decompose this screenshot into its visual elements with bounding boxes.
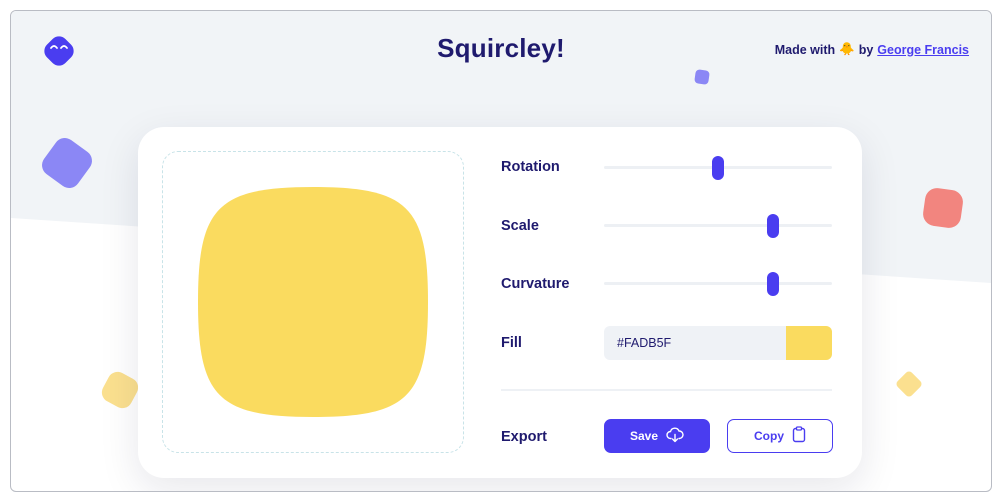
clipboard-icon: [792, 426, 806, 446]
chick-icon: 🐥: [839, 42, 855, 56]
rotation-label: Rotation: [501, 159, 560, 175]
divider: [501, 389, 832, 391]
scale-track: [604, 224, 832, 227]
fill-color-input[interactable]: [604, 326, 792, 360]
author-link[interactable]: George Francis: [877, 43, 969, 57]
decorative-red-squircle: [923, 188, 963, 228]
app-window: Squircley! Made with 🐥 by George Francis…: [10, 10, 992, 492]
decorative-small-yellow-squircle: [896, 371, 922, 397]
curvature-thumb[interactable]: [766, 272, 779, 296]
fill-color-swatch[interactable]: [786, 326, 832, 360]
rotation-thumb[interactable]: [712, 156, 724, 180]
controls-panel: Rotation Scale Curvature Fill Export: [501, 127, 833, 478]
credits: Made with 🐥 by George Francis: [775, 42, 969, 57]
credits-prefix: Made with: [774, 42, 836, 57]
scale-label: Scale: [501, 218, 539, 234]
shape-preview: [162, 151, 464, 453]
curvature-label: Curvature: [501, 276, 570, 292]
copy-button-label: Copy: [754, 429, 784, 443]
fill-label: Fill: [501, 335, 522, 351]
curvature-slider[interactable]: [604, 272, 832, 296]
generator-card: Rotation Scale Curvature Fill Export: [138, 127, 862, 478]
credits-by: by: [858, 42, 874, 57]
squircle-shape: [198, 187, 428, 417]
copy-button[interactable]: Copy: [727, 419, 833, 453]
rotation-slider[interactable]: [604, 156, 832, 180]
save-button[interactable]: Save: [604, 419, 710, 453]
fill-field: [604, 326, 832, 360]
decorative-purple-squircle: [42, 138, 92, 188]
decorative-yellow-squircle: [101, 371, 139, 409]
decorative-small-purple-squircle: [694, 69, 710, 85]
scale-slider[interactable]: [604, 214, 832, 238]
save-button-label: Save: [629, 429, 659, 443]
cloud-download-icon: [666, 427, 684, 446]
scale-thumb[interactable]: [766, 214, 779, 238]
export-label: Export: [501, 429, 547, 445]
curvature-track: [604, 282, 832, 285]
